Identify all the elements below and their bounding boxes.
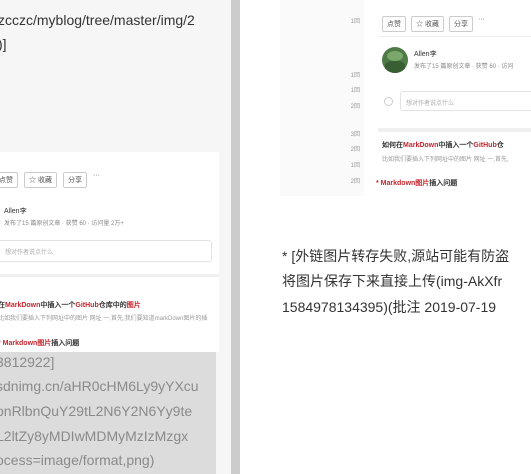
- gutter-number: 1回: [350, 73, 360, 79]
- gutter-number: 2回: [350, 147, 360, 153]
- comment-box: 想对作者说点什么: [0, 240, 212, 262]
- gutter-number: 3回: [350, 132, 360, 138]
- avatar: [382, 47, 408, 73]
- code-line: 3812922]: [0, 354, 55, 370]
- favorite-button: ☆ 收藏: [411, 16, 444, 32]
- section-divider: [378, 128, 531, 132]
- markdown-source-line: zcczc/myblog/tree/master/img/2: [0, 12, 195, 28]
- related-article-subheading: * Markdown图片插入问题: [0, 340, 80, 347]
- gutter-number: 2回: [350, 179, 360, 185]
- code-line: sdnimg.cn/aHR0cHM6Ly9yYXcu: [0, 378, 199, 394]
- article-action-bar: 点赞 ☆ 收藏 分享 ···: [382, 16, 485, 32]
- gutter-number: 1回: [350, 88, 360, 94]
- author-name: Allen李: [4, 208, 27, 215]
- like-button: 点赞: [0, 172, 18, 188]
- related-article-title: 在MarkDown中插入一个GitHub仓库中的图片: [0, 302, 141, 309]
- author-name: Allen李: [414, 51, 437, 58]
- code-block: 3812922] sdnimg.cn/aHR0cHM6Ly9yYXcu onRl…: [0, 352, 216, 474]
- more-icon: ···: [92, 172, 100, 179]
- author-stats: 发布了15 篇原创文章 · 获赞 60 · 访问量 2万+: [4, 221, 124, 227]
- related-article-title: 如何在MarkDown中插入一个GitHub仓: [382, 142, 504, 149]
- right-preview-pane[interactable]: 1回 1回 1回 2回 3回 2回 1回 2回 点赞 ☆ 收藏 分享 ··· A…: [240, 0, 531, 474]
- gutter-number: 2回: [350, 104, 360, 110]
- more-icon: ···: [477, 16, 485, 23]
- gutter-number: 1回: [350, 19, 360, 25]
- image-upload-failed-note: 将图片保存下来直接上传(img-AkXfr: [282, 273, 503, 289]
- line-gutter: 1回 1回 1回 2回 3回 2回 1回 2回: [280, 0, 364, 196]
- image-upload-failed-note: 1584978134395)(批注 2019-07-19: [282, 299, 497, 315]
- article-screenshot-image: 点赞 ☆ 收藏 分享 ··· Allen李 发布了15 篇原创文章 · 获赞 6…: [0, 152, 219, 352]
- related-article-desc: 比如我们要插入下列网址中的图片 网址 一,首先,我们要知道markDown图片的…: [0, 316, 208, 322]
- gutter-number: 1回: [350, 163, 360, 169]
- section-divider: [0, 274, 219, 277]
- author-stats: 发布了15 篇原创文章 · 获赞 60 · 访问: [414, 64, 514, 70]
- share-button: 分享: [448, 16, 473, 32]
- favorite-button: ☆ 收藏: [24, 172, 57, 188]
- markdown-source-line: )]: [0, 36, 7, 52]
- code-line: onRlbnQuY29tL2N6Y2N6Yy9te: [0, 403, 193, 419]
- share-button: 分享: [62, 172, 87, 188]
- comment-icon: [384, 97, 393, 106]
- image-upload-failed-note: * [外链图片转存失败,源站可能有防盗: [282, 248, 510, 264]
- left-editor-pane[interactable]: zcczc/myblog/tree/master/img/2 )] 点赞 ☆ 收…: [0, 0, 231, 474]
- related-article-desc: 比如我们要插入下列网址中的图片 网址 一,首先,: [382, 157, 509, 163]
- related-article-subheading: * Markdown图片插入问题: [376, 180, 458, 187]
- comment-box: 想对作者说点什么: [400, 91, 531, 111]
- like-button: 点赞: [382, 16, 406, 32]
- code-line: L2ltZy8yMDIwMDMyMzIzMzgx: [0, 428, 189, 444]
- article-action-bar: 点赞 ☆ 收藏 分享 ···: [0, 172, 100, 188]
- section-divider: [378, 36, 531, 37]
- code-line: ocess=image/format,png): [0, 452, 155, 468]
- pane-splitter[interactable]: [231, 0, 240, 474]
- article-screenshot-image: 1回 1回 1回 2回 3回 2回 1回 2回 点赞 ☆ 收藏 分享 ··· A…: [280, 0, 531, 196]
